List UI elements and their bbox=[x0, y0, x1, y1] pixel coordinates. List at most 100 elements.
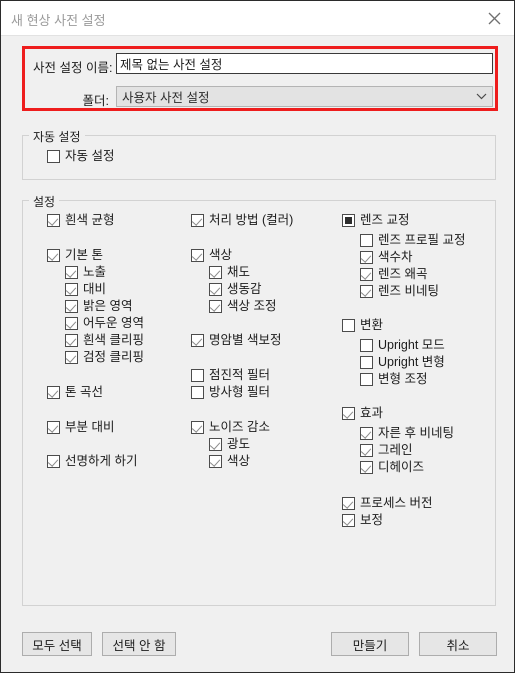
checkbox-row-자동-설정[interactable]: 자동 설정 bbox=[47, 148, 114, 164]
checkbox-렌즈-왜곡[interactable] bbox=[360, 267, 373, 281]
checkbox-row-Upright-변형[interactable]: Upright 변형 bbox=[360, 354, 445, 370]
checkbox-처리-방법-컬러[interactable] bbox=[191, 213, 204, 227]
checkbox-row-흰색-클리핑[interactable]: 흰색 클리핑 bbox=[65, 332, 144, 348]
checkbox-자른-후-비네팅[interactable] bbox=[360, 426, 373, 440]
checkbox-선명하게-하기[interactable] bbox=[47, 454, 60, 468]
checkbox-row-밝은-영역[interactable]: 밝은 영역 bbox=[65, 298, 132, 314]
checkbox-row-노이즈-감소[interactable]: 노이즈 감소 bbox=[191, 419, 270, 435]
checkbox-그레인[interactable] bbox=[360, 443, 373, 457]
checkbox-row-색상[interactable]: 색상 bbox=[209, 453, 250, 469]
checkbox-row-부분-대비[interactable]: 부분 대비 bbox=[47, 419, 114, 435]
checkbox-렌즈-프로필-교정[interactable] bbox=[360, 233, 373, 247]
checkbox-색상-조정[interactable] bbox=[209, 299, 222, 313]
checkbox-명암별-색보정[interactable] bbox=[191, 333, 204, 347]
checkbox-row-렌즈-프로필-교정[interactable]: 렌즈 프로필 교정 bbox=[360, 232, 465, 248]
checkbox-label: 선명하게 하기 bbox=[65, 453, 138, 468]
preset-name-label: 사전 설정 이름: bbox=[33, 61, 113, 75]
checkbox-row-어두운-영역[interactable]: 어두운 영역 bbox=[65, 315, 144, 331]
checkbox-자동-설정[interactable] bbox=[47, 149, 60, 163]
preset-name-input[interactable] bbox=[116, 53, 493, 74]
checkbox-row-기본-톤[interactable]: 기본 톤 bbox=[47, 247, 103, 263]
checkbox-부분-대비[interactable] bbox=[47, 420, 60, 434]
checkbox-디헤이즈[interactable] bbox=[360, 460, 373, 474]
close-button[interactable] bbox=[472, 1, 514, 35]
checkbox-label: 렌즈 비네팅 bbox=[378, 283, 439, 298]
checkbox-row-처리-방법-컬러[interactable]: 처리 방법 (컬러) bbox=[191, 212, 293, 228]
checkbox-label: Upright 변형 bbox=[378, 354, 445, 369]
checkbox-Upright-모드[interactable] bbox=[360, 338, 373, 352]
checkbox-보정[interactable] bbox=[342, 513, 355, 527]
checkbox-label: 색상 조정 bbox=[227, 298, 277, 313]
checkbox-렌즈-비네팅[interactable] bbox=[360, 284, 373, 298]
checkbox-row-검정-클리핑[interactable]: 검정 클리핑 bbox=[65, 349, 144, 365]
checkbox-label: 변환 bbox=[360, 317, 384, 332]
checkbox-row-렌즈-교정[interactable]: 렌즈 교정 bbox=[342, 212, 409, 228]
checkbox-색수차[interactable] bbox=[360, 250, 373, 264]
checkbox-Upright-변형[interactable] bbox=[360, 355, 373, 369]
checkbox-대비[interactable] bbox=[65, 282, 78, 296]
select-all-button[interactable]: 모두 선택 bbox=[22, 632, 92, 656]
checkbox-row-노출[interactable]: 노출 bbox=[65, 264, 106, 280]
checkbox-노출[interactable] bbox=[65, 265, 78, 279]
checkbox-점진적-필터[interactable] bbox=[191, 368, 204, 382]
checkbox-톤-곡선[interactable] bbox=[47, 385, 60, 399]
create-button[interactable]: 만들기 bbox=[331, 632, 409, 656]
checkbox-row-Upright-모드[interactable]: Upright 모드 bbox=[360, 337, 445, 353]
checkbox-label: 톤 곡선 bbox=[65, 384, 103, 399]
checkbox-row-선명하게-하기[interactable]: 선명하게 하기 bbox=[47, 453, 137, 469]
checkbox-row-렌즈-비네팅[interactable]: 렌즈 비네팅 bbox=[360, 283, 439, 299]
checkbox-label: 노이즈 감소 bbox=[209, 419, 270, 434]
checkbox-row-방사형-필터[interactable]: 방사형 필터 bbox=[191, 384, 270, 400]
checkbox-흰색-클리핑[interactable] bbox=[65, 333, 78, 347]
checkbox-어두운-영역[interactable] bbox=[65, 316, 78, 330]
close-icon bbox=[488, 12, 500, 24]
folder-select[interactable]: 사용자 사전 설정 bbox=[116, 86, 493, 107]
checkbox-기본-톤[interactable] bbox=[47, 248, 60, 262]
checkbox-노이즈-감소[interactable] bbox=[191, 420, 204, 434]
cancel-button[interactable]: 취소 bbox=[419, 632, 497, 656]
checkbox-검정-클리핑[interactable] bbox=[65, 350, 78, 364]
checkbox-효과[interactable] bbox=[342, 406, 355, 420]
checkbox-label: 색상 bbox=[209, 247, 233, 262]
checkbox-label: 보정 bbox=[360, 512, 384, 527]
chevron-down-icon bbox=[470, 93, 492, 100]
checkbox-색상[interactable] bbox=[209, 454, 222, 468]
select-none-button[interactable]: 선택 안 함 bbox=[102, 632, 176, 656]
checkbox-label: 프로세스 버전 bbox=[360, 495, 433, 510]
checkbox-생동감[interactable] bbox=[209, 282, 222, 296]
checkbox-row-효과[interactable]: 효과 bbox=[342, 405, 383, 421]
checkbox-흰색-균형[interactable] bbox=[47, 213, 60, 227]
checkbox-채도[interactable] bbox=[209, 265, 222, 279]
checkbox-row-흰색-균형[interactable]: 흰색 균형 bbox=[47, 212, 114, 228]
checkbox-row-명암별-색보정[interactable]: 명암별 색보정 bbox=[191, 332, 281, 348]
checkbox-row-생동감[interactable]: 생동감 bbox=[209, 281, 262, 297]
checkbox-row-렌즈-왜곡[interactable]: 렌즈 왜곡 bbox=[360, 266, 427, 282]
checkbox-row-색수차[interactable]: 색수차 bbox=[360, 249, 413, 265]
checkbox-row-톤-곡선[interactable]: 톤 곡선 bbox=[47, 384, 103, 400]
checkbox-label: 밝은 영역 bbox=[83, 298, 133, 313]
checkbox-광도[interactable] bbox=[209, 437, 222, 451]
checkbox-row-채도[interactable]: 채도 bbox=[209, 264, 250, 280]
checkbox-row-프로세스-버전[interactable]: 프로세스 버전 bbox=[342, 495, 432, 511]
checkbox-변형-조정[interactable] bbox=[360, 372, 373, 386]
checkbox-렌즈-교정[interactable] bbox=[342, 213, 355, 227]
checkbox-row-대비[interactable]: 대비 bbox=[65, 281, 106, 297]
checkbox-row-광도[interactable]: 광도 bbox=[209, 436, 250, 452]
checkbox-row-그레인[interactable]: 그레인 bbox=[360, 442, 413, 458]
checkbox-방사형-필터[interactable] bbox=[191, 385, 204, 399]
checkbox-row-변환[interactable]: 변환 bbox=[342, 317, 383, 333]
checkbox-label: 흰색 클리핑 bbox=[83, 332, 144, 347]
checkbox-밝은-영역[interactable] bbox=[65, 299, 78, 313]
checkbox-row-색상[interactable]: 색상 bbox=[191, 247, 232, 263]
checkbox-row-자른-후-비네팅[interactable]: 자른 후 비네팅 bbox=[360, 425, 454, 441]
checkbox-row-변형-조정[interactable]: 변형 조정 bbox=[360, 371, 427, 387]
checkbox-row-색상-조정[interactable]: 색상 조정 bbox=[209, 298, 276, 314]
checkbox-색상[interactable] bbox=[191, 248, 204, 262]
checkbox-변환[interactable] bbox=[342, 318, 355, 332]
checkbox-label: 채도 bbox=[227, 264, 251, 279]
checkbox-row-보정[interactable]: 보정 bbox=[342, 512, 383, 528]
checkbox-row-점진적-필터[interactable]: 점진적 필터 bbox=[191, 367, 270, 383]
checkbox-프로세스-버전[interactable] bbox=[342, 496, 355, 510]
checkbox-label: Upright 모드 bbox=[378, 337, 445, 352]
checkbox-row-디헤이즈[interactable]: 디헤이즈 bbox=[360, 459, 424, 475]
